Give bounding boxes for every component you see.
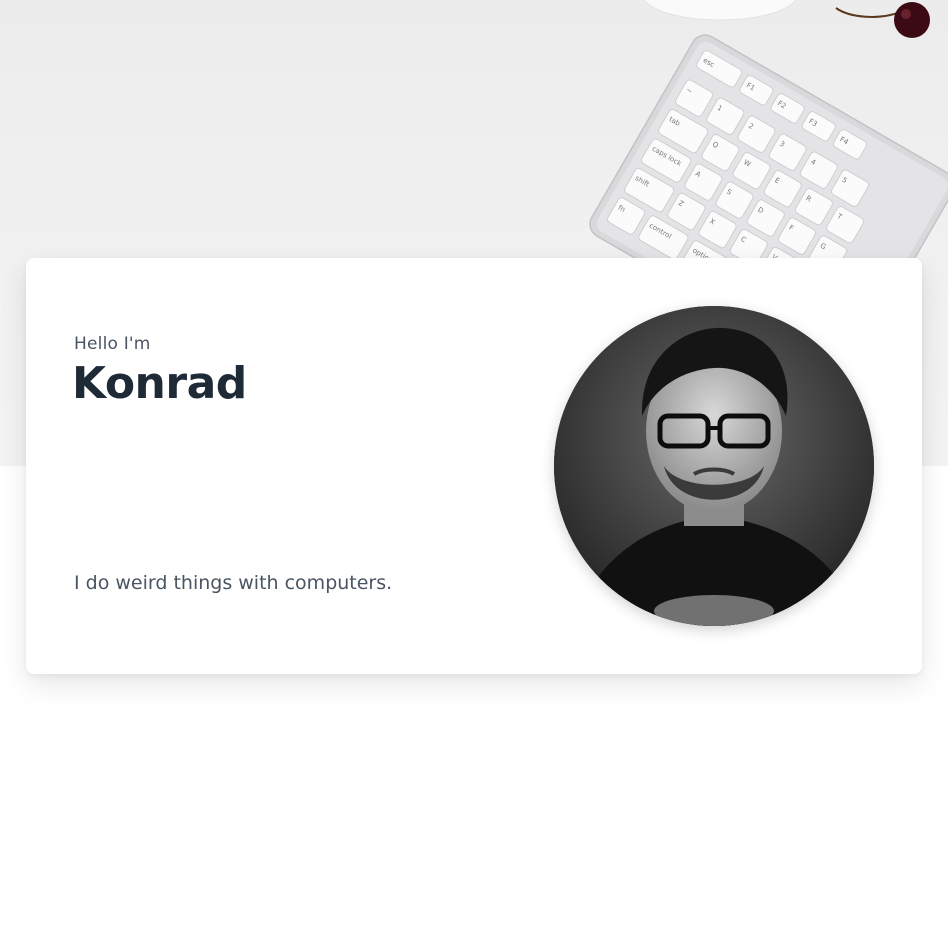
- cherry-stem: [835, 7, 901, 18]
- name-heading: Konrad: [72, 358, 247, 409]
- cup-shape: [643, 0, 797, 21]
- greeting-text: Hello I'm: [74, 334, 151, 354]
- profile-photo: [554, 306, 874, 626]
- avatar: [554, 306, 874, 626]
- tagline-text: I do weird things with computers.: [74, 572, 393, 594]
- intro-card: Hello I'm Konrad I do weird things with …: [26, 258, 922, 674]
- cherry-icon: [894, 2, 930, 38]
